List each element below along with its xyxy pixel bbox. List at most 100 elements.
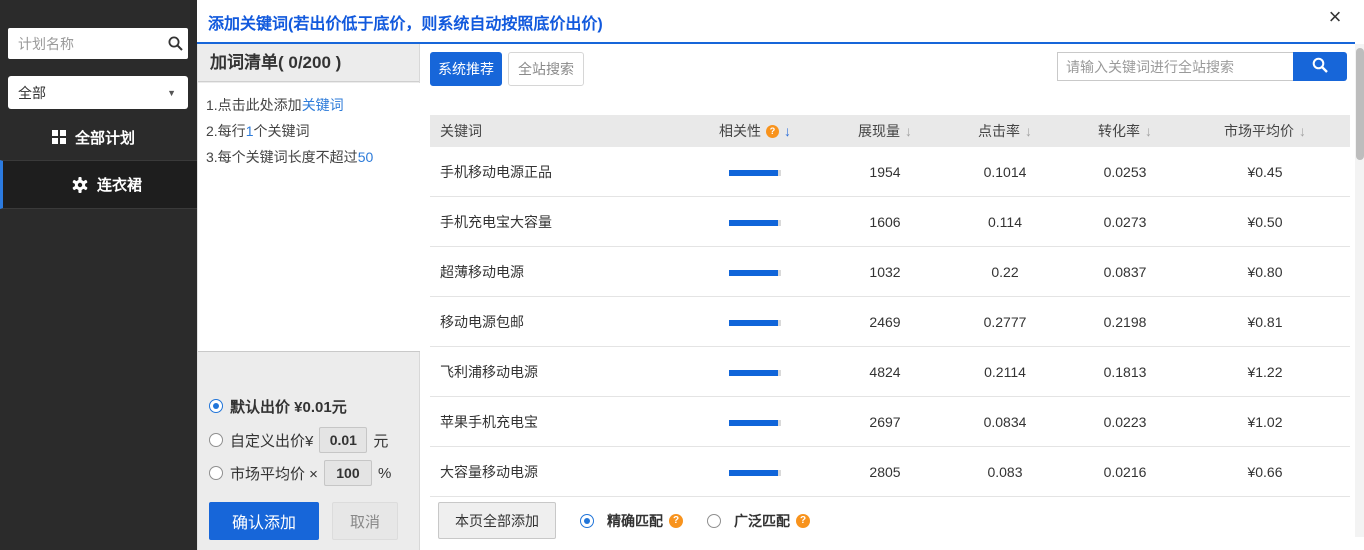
help-icon[interactable]: ?: [766, 125, 779, 138]
search-icon: [1311, 56, 1329, 77]
ctr-cell: 0.1014: [940, 164, 1070, 180]
price-cell: ¥0.66: [1180, 464, 1350, 480]
relevance-bar-fill: [729, 320, 778, 326]
ctr-cell: 0.2114: [940, 364, 1070, 380]
relevance-bar: [729, 320, 781, 326]
tab-system-recommend[interactable]: 系统推荐: [430, 52, 502, 86]
col-ctr[interactable]: 点击率 ↓: [940, 121, 1070, 141]
cvr-cell: 0.0223: [1070, 414, 1180, 430]
ctr-cell: 0.22: [940, 264, 1070, 280]
plan-filter-select[interactable]: 全部 ▼: [8, 76, 188, 109]
col-cvr[interactable]: 转化率 ↓: [1070, 121, 1180, 141]
keyword-cell: 移动电源包邮: [430, 312, 680, 332]
ctr-cell: 0.2777: [940, 314, 1070, 330]
keyword-cell: 超薄移动电源: [430, 262, 680, 282]
table-row[interactable]: 移动电源包邮 2469 0.2777 0.2198 ¥0.81: [430, 297, 1350, 347]
table-row[interactable]: 手机充电宝大容量 1606 0.114 0.0273 ¥0.50: [430, 197, 1350, 247]
relevance-cell: [680, 464, 830, 480]
market-pct-input[interactable]: [324, 460, 372, 486]
radio-default-bid[interactable]: [209, 399, 223, 413]
grid-icon: [52, 130, 66, 144]
relevance-bar-fill: [729, 420, 778, 426]
cvr-cell: 0.0837: [1070, 264, 1180, 280]
search-icon[interactable]: [162, 35, 188, 52]
relevance-bar: [729, 370, 781, 376]
keyword-cell: 苹果手机充电宝: [430, 412, 680, 432]
table-row[interactable]: 大容量移动电源 2805 0.083 0.0216 ¥0.66: [430, 447, 1350, 497]
bid-option-market[interactable]: 市场平均价 × %: [209, 459, 391, 487]
col-market-price[interactable]: 市场平均价 ↓: [1180, 121, 1350, 141]
relevance-bar-fill: [729, 370, 778, 376]
sidebar-item-dress[interactable]: 连衣裙: [0, 160, 197, 209]
plan-search-box: [8, 28, 188, 59]
table-row[interactable]: 超薄移动电源 1032 0.22 0.0837 ¥0.80: [430, 247, 1350, 297]
keyword-textarea[interactable]: 1.点击此处添加关键词 2.每行1个关键词 3.每个关键词长度不超过50: [198, 83, 420, 352]
help-icon[interactable]: ?: [796, 514, 810, 528]
sidebar-item-label: 连衣裙: [97, 174, 142, 195]
impressions-cell: 1032: [830, 264, 940, 280]
table-footer: 本页全部添加 精确匹配 ? 广泛匹配 ?: [438, 502, 810, 539]
table-row[interactable]: 手机移动电源正品 1954 0.1014 0.0253 ¥0.45: [430, 147, 1350, 197]
sort-icon[interactable]: ↓: [905, 124, 912, 138]
relevance-bar-fill: [729, 270, 778, 276]
sidebar-item-all-plans[interactable]: 全部计划: [0, 116, 197, 158]
keyword-search-box: [1057, 52, 1347, 81]
col-keyword: 关键词: [430, 121, 680, 141]
impressions-cell: 2469: [830, 314, 940, 330]
radio-market-bid[interactable]: [209, 466, 223, 480]
cancel-button[interactable]: 取消: [332, 502, 398, 540]
relevance-cell: [680, 364, 830, 380]
custom-bid-input[interactable]: [319, 427, 367, 453]
table-body: 手机移动电源正品 1954 0.1014 0.0253 ¥0.45 手机充电宝大…: [430, 147, 1350, 497]
match-option-broad[interactable]: 广泛匹配 ?: [707, 511, 810, 531]
keyword-search-input[interactable]: [1057, 52, 1293, 81]
instruction-line: 1.点击此处添加关键词: [206, 92, 412, 118]
match-option-exact[interactable]: 精确匹配 ?: [580, 511, 683, 531]
table-row[interactable]: 飞利浦移动电源 4824 0.2114 0.1813 ¥1.22: [430, 347, 1350, 397]
ctr-cell: 0.0834: [940, 414, 1070, 430]
chevron-down-icon: ▼: [167, 88, 176, 98]
col-relevance[interactable]: 相关性 ? ↓: [680, 121, 830, 141]
sort-icon[interactable]: ↓: [1299, 124, 1306, 138]
relevance-bar: [729, 220, 781, 226]
plan-search-input[interactable]: [8, 36, 162, 52]
cvr-cell: 0.2198: [1070, 314, 1180, 330]
cvr-cell: 0.0216: [1070, 464, 1180, 480]
keyword-search-button[interactable]: [1293, 52, 1347, 81]
confirm-add-button[interactable]: 确认添加: [209, 502, 319, 540]
vertical-scrollbar[interactable]: [1355, 44, 1364, 537]
sort-desc-icon[interactable]: ↓: [784, 124, 791, 138]
radio-broad-match[interactable]: [707, 514, 721, 528]
price-cell: ¥0.81: [1180, 314, 1350, 330]
word-list-header: 加词清单( 0/200 ): [198, 44, 419, 82]
keyword-table: 关键词 相关性 ? ↓ 展现量 ↓ 点击率 ↓ 转化率 ↓ 市场平均价 ↓: [430, 115, 1350, 497]
bid-custom-label: 自定义出价¥: [230, 430, 313, 451]
price-cell: ¥0.45: [1180, 164, 1350, 180]
radio-custom-bid[interactable]: [209, 433, 223, 447]
sidebar-item-label: 全部计划: [75, 127, 135, 148]
help-icon[interactable]: ?: [669, 514, 683, 528]
ctr-cell: 0.083: [940, 464, 1070, 480]
bid-default-label: 默认出价 ¥0.01元: [230, 396, 347, 417]
bid-option-default[interactable]: 默认出价 ¥0.01元: [209, 392, 347, 420]
relevance-bar-fill: [729, 220, 778, 226]
relevance-bar: [729, 270, 781, 276]
relevance-cell: [680, 414, 830, 430]
bid-option-custom[interactable]: 自定义出价¥ 元: [209, 426, 388, 454]
price-cell: ¥0.80: [1180, 264, 1350, 280]
relevance-bar: [729, 420, 781, 426]
scrollbar-thumb[interactable]: [1356, 48, 1364, 160]
exact-match-label: 精确匹配: [607, 511, 663, 531]
sort-icon[interactable]: ↓: [1145, 124, 1152, 138]
add-all-button[interactable]: 本页全部添加: [438, 502, 556, 539]
relevance-bar-fill: [729, 170, 778, 176]
table-row[interactable]: 苹果手机充电宝 2697 0.0834 0.0223 ¥1.02: [430, 397, 1350, 447]
close-icon[interactable]: ×: [1322, 4, 1348, 30]
col-impressions[interactable]: 展现量 ↓: [830, 121, 940, 141]
bid-market-label: 市场平均价 ×: [230, 463, 318, 484]
sort-icon[interactable]: ↓: [1025, 124, 1032, 138]
impressions-cell: 1954: [830, 164, 940, 180]
tab-site-search[interactable]: 全站搜索: [508, 52, 584, 86]
keyword-cell: 飞利浦移动电源: [430, 362, 680, 382]
radio-exact-match[interactable]: [580, 514, 594, 528]
